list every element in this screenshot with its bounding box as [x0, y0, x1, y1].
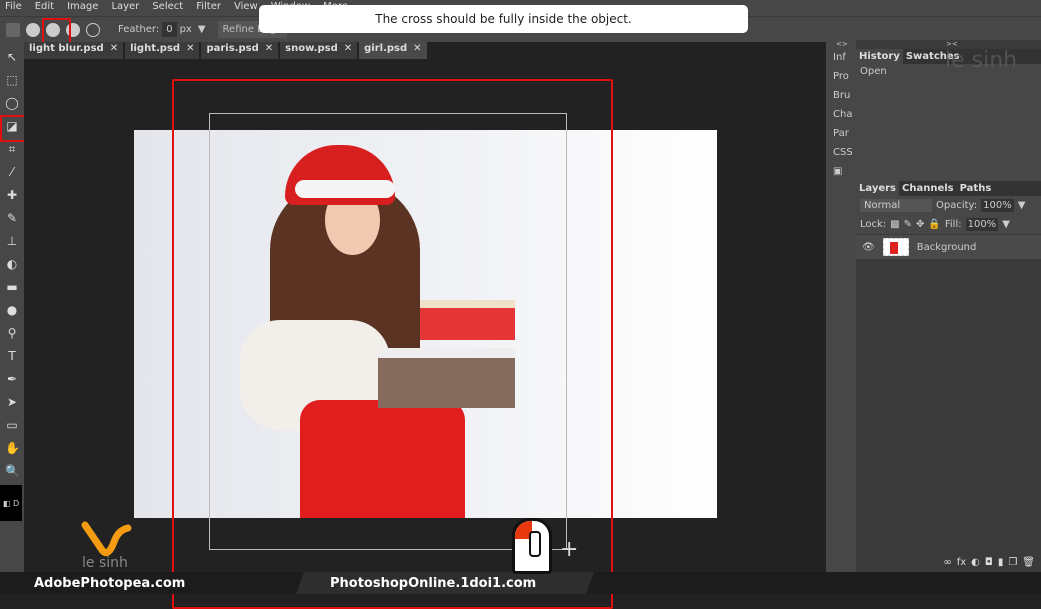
image-icon[interactable]: ▣ [826, 162, 856, 181]
lock-transparency-icon[interactable]: ▩ [890, 219, 899, 230]
new-selection-icon[interactable] [26, 22, 40, 37]
eyedropper-tool-icon[interactable]: ⁄ [5, 165, 19, 179]
effects-icon[interactable]: fx [957, 557, 966, 568]
link-icon[interactable]: ∞ [943, 557, 951, 568]
mask-icon[interactable]: ◘ [985, 557, 993, 568]
instruction-toast: The cross should be fully inside the obj… [259, 5, 748, 33]
lock-brush-icon[interactable]: ✎ [904, 219, 912, 230]
trash-icon[interactable]: 🗑 [1022, 557, 1035, 568]
layers-panel: Layers Channels Paths Normal Opacity: 10… [856, 181, 1041, 259]
brush-tool-icon[interactable]: ✎ [5, 211, 19, 225]
tab-girl[interactable]: girl.psd ✕ [359, 42, 427, 59]
document-tabs: light blur.psd ✕ light.psd ✕ paris.psd ✕ sn… [24, 42, 429, 59]
right-panel: >< History Swatches Open Layers Channels… [856, 40, 1041, 572]
lock-move-icon[interactable]: ✥ [916, 219, 924, 230]
shape-tool-icon[interactable]: ▭ [5, 418, 19, 432]
lock-label: Lock: [860, 219, 887, 230]
move-tool-icon[interactable]: ↖ [5, 50, 19, 64]
fill-input[interactable]: 100% [965, 218, 999, 231]
folder-icon[interactable]: ▮ [998, 557, 1004, 568]
feather-input[interactable]: 0 [162, 22, 177, 37]
svg-text:le sinh: le sinh [82, 555, 128, 570]
hand-tool-icon[interactable]: ✋ [5, 441, 20, 455]
gradient-tool-icon[interactable]: ▬ [5, 280, 19, 294]
menu-edit[interactable]: Edit [30, 0, 62, 16]
tool-highlight-box [0, 115, 27, 142]
layer-row[interactable]: 👁 Background [856, 234, 1041, 259]
feather-label: Feather: [118, 24, 160, 35]
panel-strip: <> Inf Pro Bru Cha Par CSS ▣ [826, 40, 856, 572]
close-icon[interactable]: ✕ [413, 43, 421, 54]
menu-filter[interactable]: Filter [191, 0, 229, 16]
healing-tool-icon[interactable]: ✚ [5, 188, 19, 202]
eraser-tool-icon[interactable]: ◐ [5, 257, 19, 271]
color-swatches[interactable]: ◧ D [0, 485, 22, 521]
stamp-tool-icon[interactable]: ⊥ [5, 234, 19, 248]
blur-tool-icon[interactable]: ● [5, 303, 19, 317]
type-tool-icon[interactable]: T [5, 349, 19, 363]
tab-label: snow.psd [285, 43, 338, 54]
feather-unit: px [179, 24, 192, 35]
feather-dropdown-icon[interactable]: ▼ [198, 24, 206, 35]
marquee-tool-icon[interactable]: ⬚ [5, 73, 19, 87]
strip-character[interactable]: Cha [826, 105, 856, 124]
close-icon[interactable]: ✕ [265, 43, 273, 54]
new-layer-icon[interactable]: ❐ [1008, 557, 1017, 568]
tab-layers[interactable]: Layers [856, 181, 899, 196]
fill-label: Fill: [944, 219, 962, 230]
opacity-dropdown-icon[interactable]: ▼ [1018, 200, 1026, 211]
strip-paragraph[interactable]: Par [826, 124, 856, 143]
lasso-tool-icon[interactable]: ◯ [5, 96, 19, 110]
zoom-tool-icon[interactable]: 🔍 [5, 464, 20, 478]
layer-thumbnail [882, 238, 909, 256]
blend-mode-select[interactable]: Normal [860, 199, 932, 212]
menu-file[interactable]: File [0, 0, 30, 16]
layers-tabs: Layers Channels Paths [856, 181, 1041, 196]
menu-image[interactable]: Image [62, 0, 106, 16]
highlight-box [42, 18, 71, 45]
tab-label: light.psd [130, 43, 181, 54]
strip-brush[interactable]: Bru [826, 86, 856, 105]
tab-snow[interactable]: snow.psd ✕ [280, 42, 358, 59]
adjustment-icon[interactable]: ◐ [971, 557, 980, 568]
footer-center-text: PhotoshopOnline.1doi1.com [330, 576, 537, 591]
strip-info[interactable]: Inf [826, 48, 856, 67]
tab-label: light blur.psd [29, 43, 104, 54]
tab-channels[interactable]: Channels [899, 181, 957, 196]
fill-dropdown-icon[interactable]: ▼ [1002, 219, 1010, 230]
crop-tool-icon[interactable]: ⌗ [5, 142, 19, 156]
watermark-logo: le sinh [945, 48, 1018, 73]
layers-footer: ∞ fx ◐ ◘ ▮ ❐ 🗑 [943, 557, 1035, 568]
tab-paris[interactable]: paris.psd ✕ [201, 42, 279, 59]
opacity-input[interactable]: 100% [981, 199, 1014, 212]
dodge-tool-icon[interactable]: ⚲ [5, 326, 19, 340]
lesinh-logo: le sinh [81, 521, 132, 570]
strip-css[interactable]: CSS [826, 143, 856, 162]
tab-label: paris.psd [206, 43, 259, 54]
history-list: Open [856, 64, 1041, 188]
mouse-click-icon [512, 518, 552, 574]
lock-icon[interactable]: 🔒 [928, 219, 940, 230]
tab-paths[interactable]: Paths [957, 181, 995, 196]
tab-light[interactable]: light.psd ✕ [125, 42, 200, 59]
tab-light-blur[interactable]: light blur.psd ✕ [24, 42, 124, 59]
pen-tool-icon[interactable]: ✒ [5, 372, 19, 386]
layer-name: Background [916, 241, 977, 253]
tool-preset-icon[interactable] [6, 22, 20, 37]
path-select-tool-icon[interactable]: ➤ [5, 395, 19, 409]
menu-select[interactable]: Select [147, 0, 191, 16]
crosshair-cursor-icon: + [560, 537, 579, 562]
close-icon[interactable]: ✕ [110, 43, 118, 54]
strip-properties[interactable]: Pro [826, 67, 856, 86]
intersect-selection-icon[interactable] [86, 22, 100, 37]
eye-icon[interactable]: 👁 [862, 242, 875, 253]
opacity-label: Opacity: [936, 200, 978, 211]
footer-left-text: AdobePhotopea.com [34, 576, 186, 591]
close-icon[interactable]: ✕ [344, 43, 352, 54]
close-icon[interactable]: ✕ [186, 43, 194, 54]
tab-label: girl.psd [364, 43, 408, 54]
tab-history[interactable]: History [856, 49, 903, 64]
menu-layer[interactable]: Layer [106, 0, 147, 16]
